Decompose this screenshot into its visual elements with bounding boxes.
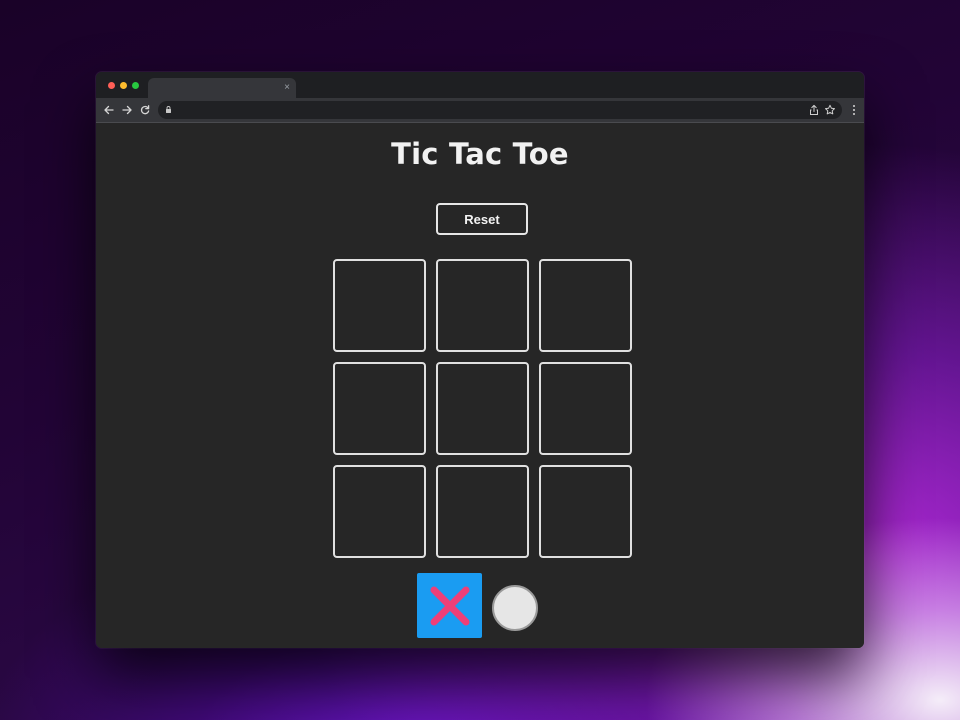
minimize-window-button[interactable] (120, 82, 127, 89)
board-cell-1-1[interactable] (333, 259, 426, 352)
player-x-button[interactable] (417, 573, 482, 638)
browser-toolbar (96, 98, 864, 123)
maximize-window-button[interactable] (132, 82, 139, 89)
star-icon[interactable] (824, 104, 836, 116)
board-cell-2-3[interactable] (539, 362, 632, 455)
tab-strip: × (96, 72, 864, 98)
game-board (333, 259, 632, 558)
arrow-left-icon[interactable] (102, 103, 116, 117)
share-icon[interactable] (808, 104, 820, 116)
more-vert-icon[interactable] (850, 103, 858, 117)
board-cell-2-2[interactable] (436, 362, 529, 455)
x-mark-icon (430, 586, 469, 625)
board-cell-1-2[interactable] (436, 259, 529, 352)
board-cell-3-3[interactable] (539, 465, 632, 558)
page-title: Tic Tac Toe (391, 137, 569, 171)
lock-icon (166, 106, 171, 113)
tab-close-icon[interactable]: × (284, 81, 290, 95)
reload-icon[interactable] (138, 103, 152, 117)
browser-tab[interactable]: × (148, 78, 296, 98)
player-o-button[interactable] (492, 585, 538, 631)
arrow-right-icon[interactable] (120, 103, 134, 117)
board-cell-3-2[interactable] (436, 465, 529, 558)
board-cell-3-1[interactable] (333, 465, 426, 558)
board-cell-1-3[interactable] (539, 259, 632, 352)
close-window-button[interactable] (108, 82, 115, 89)
board-cell-2-1[interactable] (333, 362, 426, 455)
reset-button[interactable]: Reset (436, 203, 528, 235)
game-page: Tic Tac Toe Reset (96, 123, 864, 648)
address-bar[interactable] (158, 101, 842, 119)
browser-window: × Tic Tac Toe Reset (96, 72, 864, 648)
